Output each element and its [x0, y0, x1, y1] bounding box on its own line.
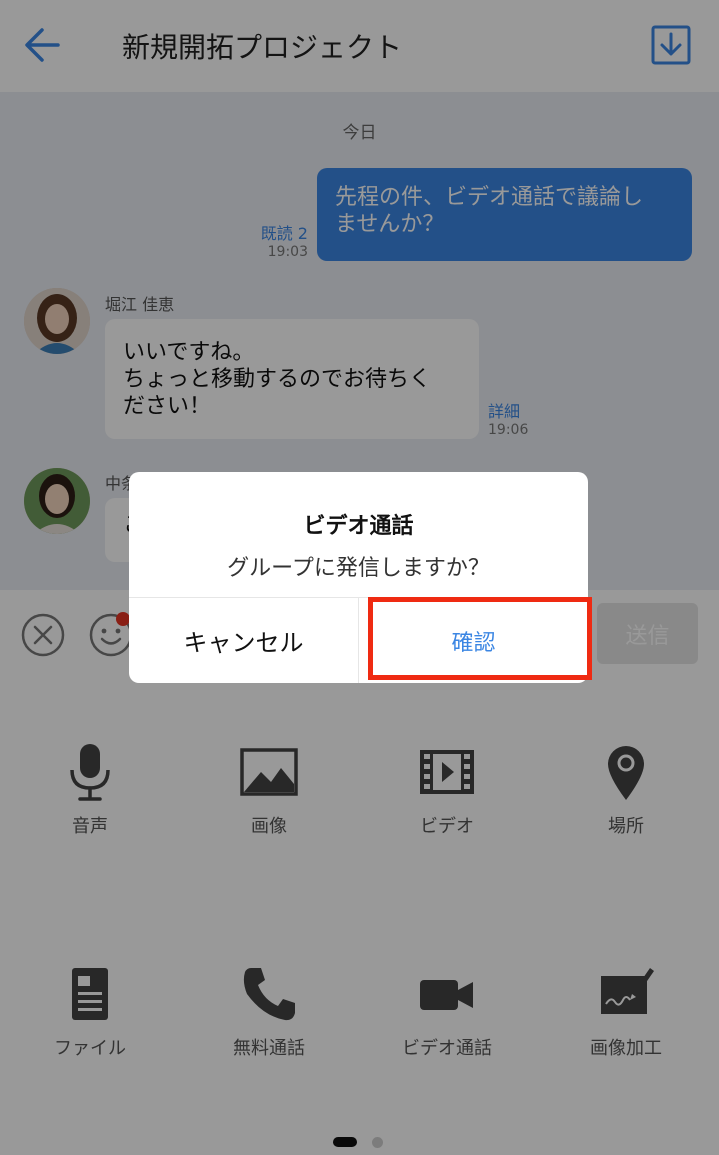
- cancel-button[interactable]: キャンセル: [129, 598, 358, 683]
- dialog-message: グループに発信しますか？: [227, 556, 490, 581]
- video-call-dialog: ビデオ通話 グループに発信しますか？ キャンセル 確認: [129, 472, 588, 683]
- dialog-title: ビデオ通話: [303, 514, 414, 539]
- confirm-button[interactable]: 確認: [359, 598, 588, 683]
